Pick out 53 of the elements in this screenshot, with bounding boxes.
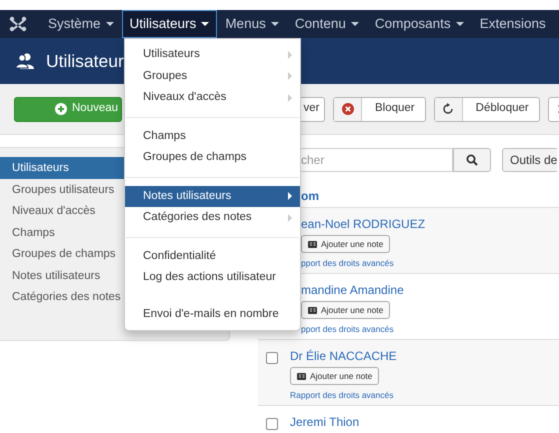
nav-menu-item[interactable]: Utilisateurs <box>122 10 218 38</box>
permissions-report-link[interactable]: Rapport des droits avancés <box>290 389 394 402</box>
submenu-arrow-icon <box>288 50 292 59</box>
search-icon <box>466 154 478 166</box>
dropdown-item[interactable]: Envoi d'e-mails en nombre <box>125 304 300 325</box>
cancel-icon <box>342 103 354 115</box>
caret-icon <box>456 22 464 26</box>
caret-icon <box>270 22 279 26</box>
user-name-link[interactable]: Jeremi Thion <box>290 415 360 430</box>
submenu-arrow-icon <box>288 192 292 200</box>
users-icon <box>16 52 34 70</box>
block-button[interactable]: Bloquer <box>333 96 426 122</box>
caret-icon <box>350 22 359 26</box>
dropdown-item[interactable]: Champs <box>125 126 300 147</box>
column-header[interactable]: om <box>301 187 559 207</box>
nav-menu-item[interactable]: Menus <box>217 10 287 38</box>
user-name-link[interactable]: mandine Amandine <box>301 283 404 298</box>
unblock-button[interactable]: Débloquer <box>434 96 540 122</box>
note-icon <box>297 372 306 380</box>
search-tools-button[interactable]: Outils de <box>502 148 557 172</box>
permissions-report-link[interactable]: pport des droits avancés <box>301 323 394 336</box>
submenu-arrow-icon <box>288 72 292 80</box>
submenu-arrow-icon <box>288 214 292 222</box>
caret-icon <box>106 22 114 26</box>
nav-menu-item[interactable]: Système <box>40 10 122 38</box>
search-button[interactable] <box>453 148 491 172</box>
add-note-button[interactable]: Ajouter une note <box>290 367 380 385</box>
caret-icon <box>201 22 210 26</box>
permissions-report-link[interactable]: pport des droits avancés <box>301 257 394 270</box>
row-checkbox[interactable] <box>266 352 278 364</box>
user-name-link[interactable]: Dr Élie NACCACHE <box>290 349 397 364</box>
dropdown-item[interactable]: Utilisateurs <box>125 44 300 66</box>
note-icon <box>308 306 317 314</box>
row-checkbox[interactable] <box>266 418 278 430</box>
add-note-button[interactable]: Ajouter une note <box>301 235 390 253</box>
dropdown-item[interactable]: Notes utilisateurs <box>125 186 300 207</box>
plus-icon <box>55 103 67 115</box>
page-title: Utilisateur <box>46 50 124 73</box>
toolbar-button[interactable]: ver <box>299 96 325 122</box>
refresh-icon <box>442 103 454 115</box>
add-note-button[interactable]: Ajouter une note <box>301 301 390 319</box>
nav-menu-item[interactable]: Contenu <box>286 10 367 38</box>
note-icon <box>308 240 317 248</box>
user-name-link[interactable]: ean-Noel RODRIGUEZ <box>301 217 426 232</box>
dropdown-item[interactable]: Log des actions utilisateur <box>125 267 300 288</box>
search-field[interactable]: cher <box>301 148 453 172</box>
dropdown-item[interactable]: Groupes <box>125 66 300 87</box>
nav-menu-item[interactable]: Extensions <box>472 10 554 38</box>
nav-menu-item[interactable]: Composants <box>366 10 472 38</box>
dropdown-item[interactable]: Niveaux d'accès <box>125 87 300 108</box>
submenu-arrow-icon <box>288 94 292 102</box>
dropdown-item[interactable]: Confidentialité <box>125 246 300 267</box>
dropdown-item[interactable]: Catégories des notes <box>125 207 300 228</box>
